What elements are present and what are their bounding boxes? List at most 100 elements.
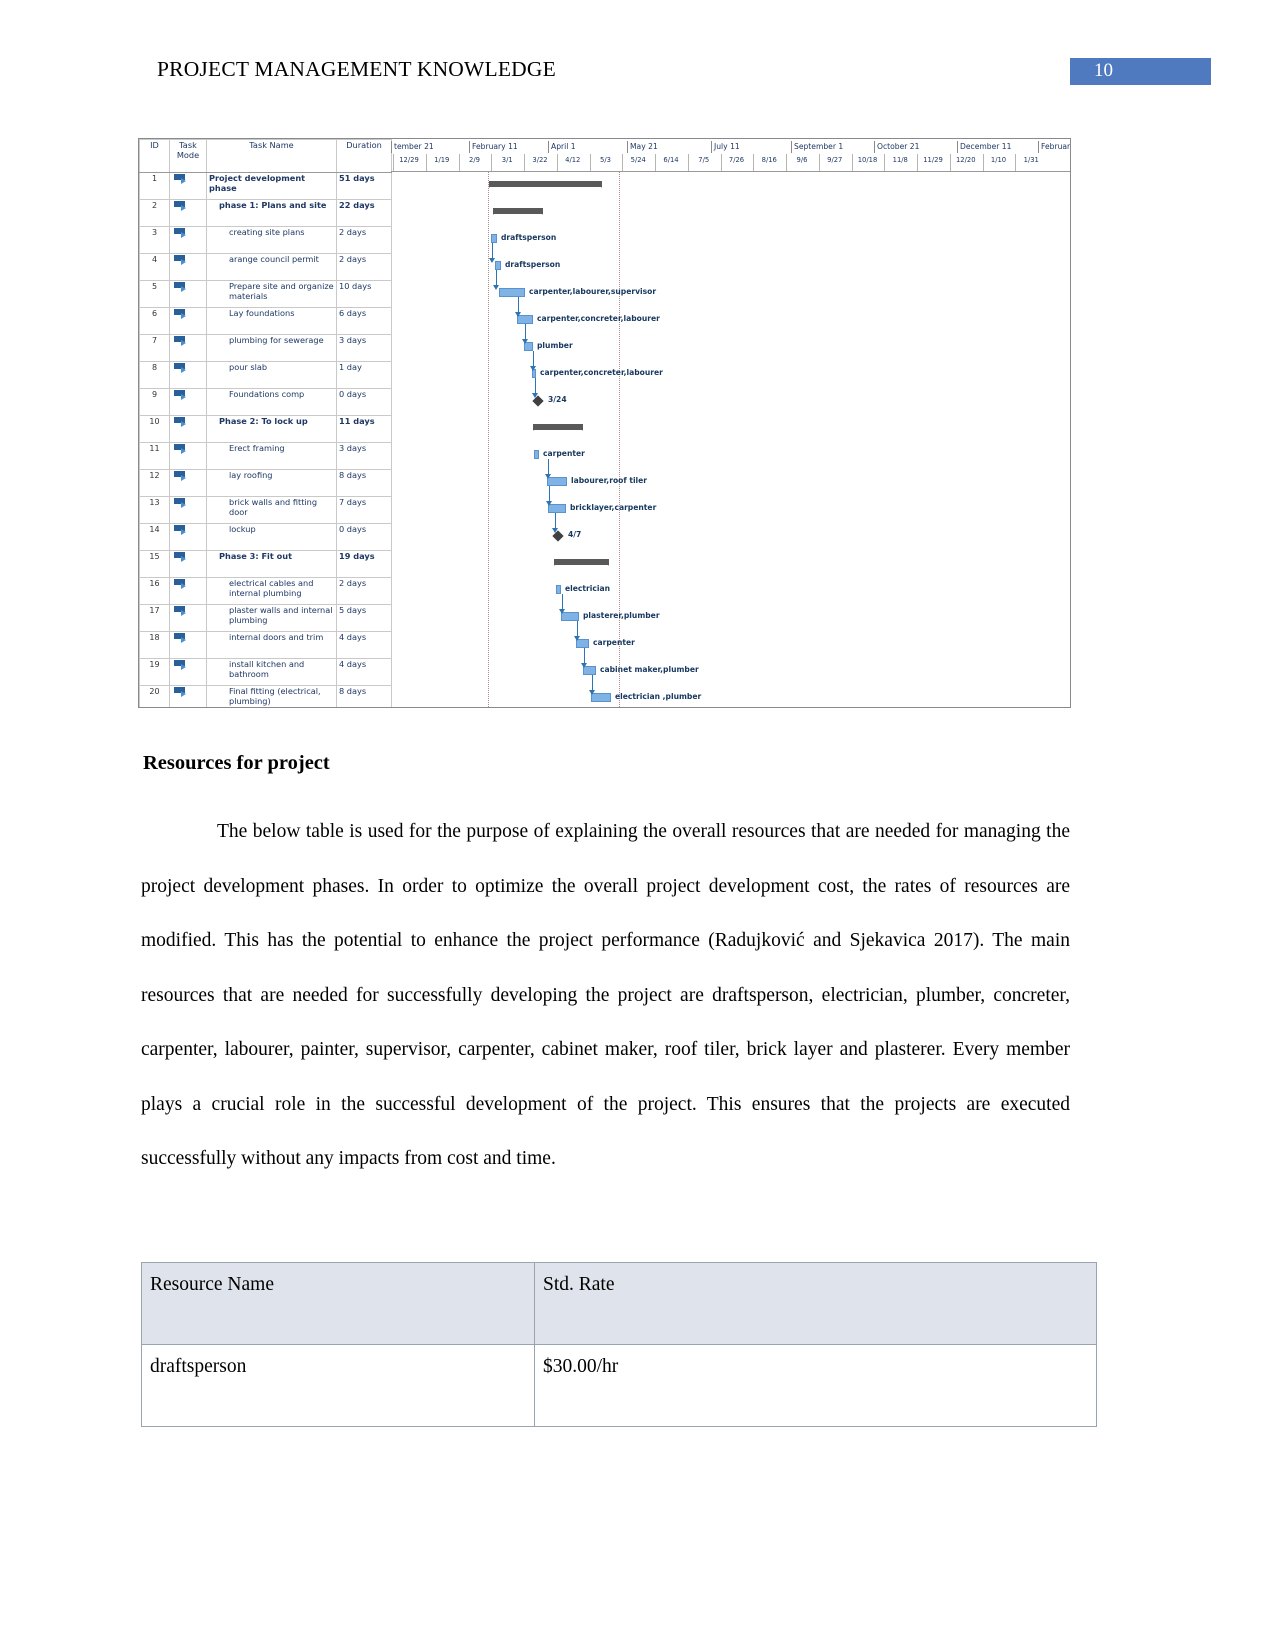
table-row[interactable]: 1 Project development phase 51 days [139, 172, 392, 200]
table-row[interactable]: 11 Erect framing 3 days [139, 442, 392, 470]
gantt-task-bar[interactable] [499, 288, 525, 297]
gantt-task-bar[interactable] [491, 234, 497, 243]
table-row: draftsperson $30.00/hr [141, 1344, 1097, 1427]
task-mode-cell[interactable] [169, 496, 207, 524]
timeline-week-label: 11/29 [923, 156, 943, 164]
task-mode-cell[interactable] [169, 550, 207, 578]
dependency-link [548, 459, 549, 475]
gantt-bar-label: carpenter,concreter,labourer [537, 314, 660, 323]
gantt-task-bar[interactable] [495, 261, 501, 270]
timeline-tick [589, 154, 591, 171]
section-paragraph: The below table is used for the purpose … [141, 821, 1070, 1169]
task-mode-cell[interactable] [169, 442, 207, 470]
column-header-task-mode: Task Mode [169, 139, 207, 173]
table-row[interactable]: 13 brick walls and fitting door 7 days [139, 496, 392, 524]
column-header-duration: Duration [336, 139, 392, 173]
table-row[interactable]: 4 arange council permit 2 days [139, 253, 392, 281]
task-mode-cell[interactable] [169, 334, 207, 362]
task-duration-cell: 10 days [336, 280, 392, 308]
task-id-cell: 4 [139, 253, 170, 281]
table-row[interactable]: 9 Foundations comp 0 days [139, 388, 392, 416]
task-mode-cell[interactable] [169, 226, 207, 254]
task-mode-cell[interactable] [169, 253, 207, 281]
table-row[interactable]: 15 Phase 3: Fit out 19 days [139, 550, 392, 578]
task-mode-cell[interactable] [169, 199, 207, 227]
task-id-cell: 1 [139, 172, 170, 200]
timeline-week-label: 3/1 [501, 156, 513, 164]
auto-schedule-icon [174, 444, 188, 454]
gantt-chart-figure: ID Task Mode Task Name Duration 1 Project… [138, 138, 1071, 708]
timeline-tick [1015, 154, 1017, 171]
auto-schedule-icon [174, 228, 188, 238]
task-duration-cell: 0 days [336, 388, 392, 416]
timeline-month-label: Februar [1038, 141, 1070, 153]
task-mode-cell[interactable] [169, 685, 207, 707]
table-row[interactable]: 5 Prepare site and organize materials 10 d… [139, 280, 392, 308]
gantt-header-row: ID Task Mode Task Name Duration [139, 139, 392, 173]
table-row[interactable]: 7 plumbing for sewerage 3 days [139, 334, 392, 362]
task-mode-cell[interactable] [169, 577, 207, 605]
task-name-cell: Lay foundations [206, 307, 337, 335]
gantt-summary-bar[interactable] [554, 559, 609, 566]
task-id-cell: 17 [139, 604, 170, 632]
timeline-month-label: April 1 [548, 141, 576, 153]
table-row[interactable]: 17 plaster walls and internal plumbing 5 d… [139, 604, 392, 632]
task-duration-cell: 5 days [336, 604, 392, 632]
gantt-task-bar[interactable] [534, 450, 539, 459]
task-name-cell: Foundations comp [206, 388, 337, 416]
table-row[interactable]: 10 Phase 2: To lock up 11 days [139, 415, 392, 443]
gantt-summary-bar[interactable] [533, 424, 583, 431]
task-id-cell: 2 [139, 199, 170, 227]
table-row[interactable]: 14 lockup 0 days [139, 523, 392, 551]
table-row[interactable]: 18 internal doors and trim 4 days [139, 631, 392, 659]
timeline-tick [753, 154, 755, 171]
task-name-cell: brick walls and fitting door [206, 496, 337, 524]
timeline-week-label: 9/27 [827, 156, 843, 164]
gantt-task-bar[interactable] [556, 585, 561, 594]
gantt-summary-bar[interactable] [493, 208, 543, 215]
table-row[interactable]: 2 phase 1: Plans and site 22 days [139, 199, 392, 227]
timeline-week-label: 12/20 [955, 156, 976, 164]
task-mode-cell[interactable] [169, 172, 207, 200]
auto-schedule-icon [174, 606, 188, 616]
table-row[interactable]: 12 lay roofing 8 days [139, 469, 392, 497]
table-row[interactable]: 16 electrical cables and internal plumbin… [139, 577, 392, 605]
table-row[interactable]: 8 pour slab 1 day [139, 361, 392, 389]
task-name-cell: plaster walls and internal plumbing [206, 604, 337, 632]
task-mode-cell[interactable] [169, 631, 207, 659]
gantt-summary-bar[interactable] [489, 181, 602, 188]
task-mode-line1: Task [179, 140, 197, 150]
gantt-timeline-header: tember 21 February 11 April 1 May 21 July 11… [391, 139, 1070, 172]
task-duration-cell: 22 days [336, 199, 392, 227]
auto-schedule-icon [174, 579, 188, 589]
task-mode-cell[interactable] [169, 658, 207, 686]
auto-schedule-icon [174, 390, 188, 400]
task-id-cell: 18 [139, 631, 170, 659]
page-number-badge: 10 [1070, 58, 1211, 85]
task-mode-cell[interactable] [169, 523, 207, 551]
table-row[interactable]: 20 Final fitting (electrical, plumbing) 8 … [139, 685, 392, 707]
task-id-cell: 13 [139, 496, 170, 524]
gantt-task-table: ID Task Mode Task Name Duration 1 Project… [139, 139, 392, 707]
task-mode-cell[interactable] [169, 307, 207, 335]
task-mode-cell[interactable] [169, 361, 207, 389]
table-row[interactable]: 19 install kitchen and bathroom 4 days [139, 658, 392, 686]
timeline-week-label: 6/14 [663, 156, 679, 164]
dependency-link [525, 324, 526, 340]
task-mode-cell[interactable] [169, 280, 207, 308]
task-duration-cell: 1 day [336, 361, 392, 389]
dependency-arrow-icon [515, 312, 521, 317]
task-mode-cell[interactable] [169, 604, 207, 632]
task-mode-cell[interactable] [169, 415, 207, 443]
gantt-bar-label: bricklayer,carpenter [570, 503, 657, 512]
task-mode-cell[interactable] [169, 469, 207, 497]
table-row[interactable]: 3 creating site plans 2 days [139, 226, 392, 254]
table-row[interactable]: 6 Lay foundations 6 days [139, 307, 392, 335]
timeline-tick [851, 154, 853, 171]
task-id-cell: 12 [139, 469, 170, 497]
timeline-week-label: 1/19 [434, 156, 450, 164]
task-mode-cell[interactable] [169, 388, 207, 416]
timeline-week-label: 2/9 [469, 156, 480, 164]
dependency-arrow-icon [559, 609, 565, 614]
task-duration-cell: 51 days [336, 172, 392, 200]
